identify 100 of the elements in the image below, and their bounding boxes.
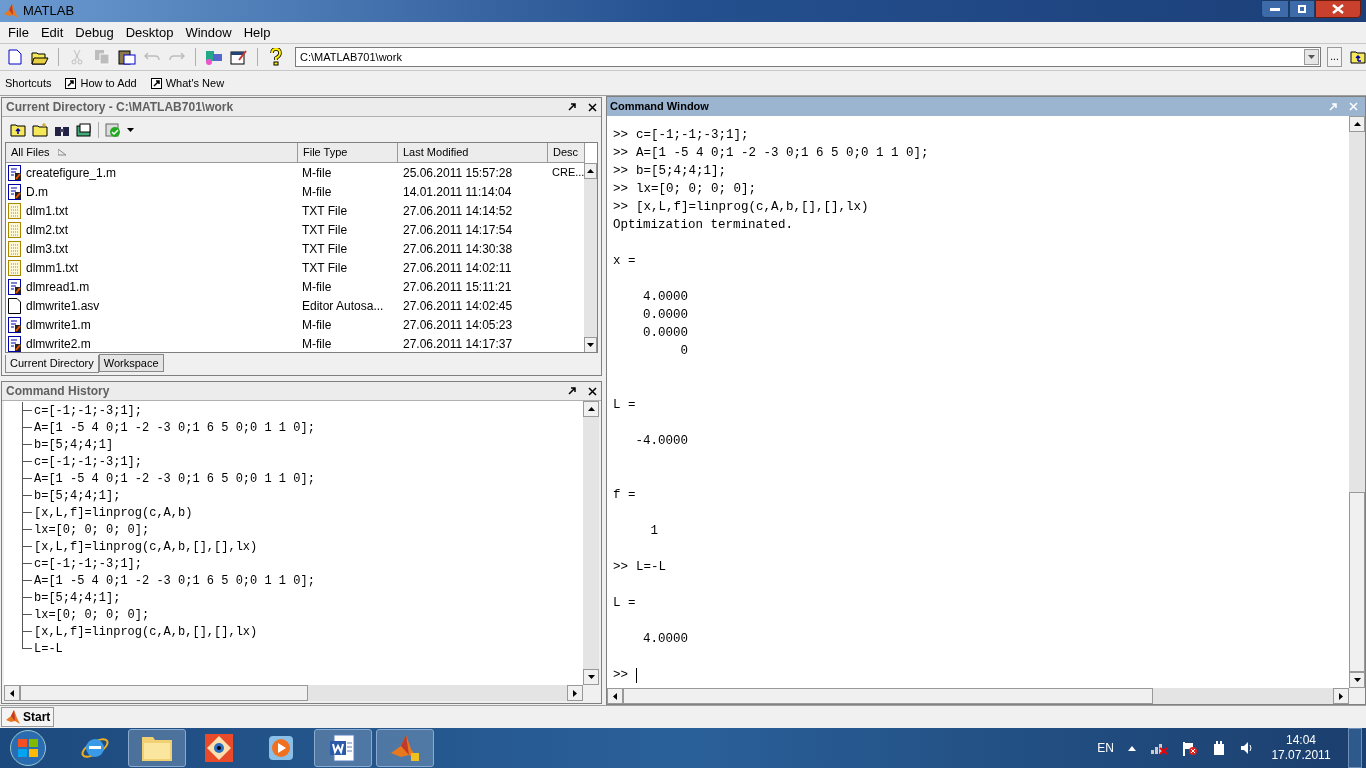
history-entry[interactable]: L=-L xyxy=(34,639,63,658)
file-name[interactable]: createfigure_1.m xyxy=(26,163,117,182)
report-icon[interactable] xyxy=(76,122,92,137)
down-arrow-icon xyxy=(587,675,595,679)
scroll-left-arrow-icon xyxy=(613,692,617,700)
history-entry[interactable]: b=[5;4;4;1] xyxy=(34,435,114,454)
taskbar-app-button[interactable] xyxy=(376,729,434,767)
output-value: 4.0000 xyxy=(642,290,688,304)
history-entry[interactable]: A=[1 -5 4 0;1 -2 -3 0;1 6 5 0;0 1 1 0]; xyxy=(34,469,315,488)
m-file-icon xyxy=(8,278,22,295)
shortcut-link[interactable]: How to Add xyxy=(65,74,137,92)
close-button[interactable] xyxy=(1315,0,1361,18)
windows-start-icon[interactable] xyxy=(10,730,46,766)
shortcut-link[interactable]: What's New xyxy=(150,74,225,92)
history-entry[interactable]: c=[-1;-1;-3;1]; xyxy=(34,452,143,471)
matlab-logo-icon xyxy=(3,3,19,19)
table-cell: M-file xyxy=(302,336,332,351)
file-name[interactable]: D.m xyxy=(26,182,48,201)
language-indicator[interactable]: EN xyxy=(1097,739,1114,757)
history-entry[interactable]: lx=[0; 0; 0; 0]; xyxy=(34,520,150,539)
column-header[interactable]: Last Modified xyxy=(398,143,548,163)
history-entry[interactable]: [x,L,f]=linprog(c,A,b) xyxy=(34,503,193,522)
output-value: 1 xyxy=(649,524,658,538)
down-arrow-icon xyxy=(1353,678,1361,682)
panel-tab[interactable]: Current Directory xyxy=(5,355,99,373)
file-name[interactable]: dlmwrite1.m xyxy=(26,315,91,334)
restore-button[interactable] xyxy=(1289,0,1315,18)
taskbar-app-button[interactable] xyxy=(314,729,372,767)
output-value: 0 xyxy=(679,344,688,358)
panel-title: Command Window xyxy=(610,99,709,115)
history-entry[interactable]: lx=[0; 0; 0; 0]; xyxy=(34,605,150,624)
output-value: 0.0000 xyxy=(642,308,688,322)
new-folder-icon[interactable] xyxy=(32,122,48,137)
scroll-right-arrow-icon xyxy=(573,689,577,697)
flag-icon[interactable] xyxy=(1182,740,1198,756)
table-cell: Editor Autosa... xyxy=(302,298,384,313)
output-text: Optimization terminated. xyxy=(613,218,794,232)
variable-name: f = xyxy=(613,488,636,502)
menu-item[interactable]: File xyxy=(2,22,35,43)
variable-name: L = xyxy=(613,596,636,610)
menu-item[interactable]: Help xyxy=(237,22,277,43)
history-entry[interactable]: A=[1 -5 4 0;1 -2 -3 0;1 6 5 0;0 1 1 0]; xyxy=(34,571,315,590)
history-entry[interactable]: c=[-1;-1;-3;1]; xyxy=(34,401,143,420)
folder-up-icon[interactable] xyxy=(1350,50,1366,64)
history-entry[interactable]: [x,L,f]=linprog(c,A,b,[],[],lx) xyxy=(34,622,258,641)
clock-date[interactable]: 17.07.2011 xyxy=(1271,748,1331,763)
minimize-button[interactable] xyxy=(1261,0,1289,18)
command-text: [x,L,f]=linprog(c,A,b,[],[],lx) xyxy=(636,199,869,216)
taskbar-app-button[interactable] xyxy=(128,729,186,767)
menu-item[interactable]: Debug xyxy=(69,22,120,43)
output-value: 0.0000 xyxy=(642,326,688,340)
show-hidden-icons-icon[interactable] xyxy=(1128,745,1136,751)
table-cell: 27.06.2011 14:30:38 xyxy=(403,241,513,256)
m-file-icon xyxy=(8,183,22,200)
clock-time[interactable]: 14:04 xyxy=(1286,733,1316,748)
network-icon[interactable] xyxy=(1150,741,1168,755)
undock-icon[interactable] xyxy=(568,387,576,395)
start-button[interactable]: Start xyxy=(1,707,55,727)
menu-item[interactable]: Desktop xyxy=(119,22,180,43)
close-icon[interactable] xyxy=(588,102,597,112)
close-icon[interactable] xyxy=(588,386,597,396)
panel-tab[interactable]: Workspace xyxy=(98,354,164,372)
command-text: L=-L xyxy=(636,559,667,576)
history-entry[interactable]: A=[1 -5 4 0;1 -2 -3 0;1 6 5 0;0 1 1 0]; xyxy=(34,418,315,437)
column-header[interactable]: Desc xyxy=(548,143,585,163)
speaker-icon[interactable] xyxy=(1240,741,1254,755)
check-icon[interactable] xyxy=(105,122,134,137)
history-entry[interactable]: b=[5;4;4;1]; xyxy=(34,588,121,607)
history-entry[interactable]: c=[-1;-1;-3;1]; xyxy=(34,554,143,573)
history-entry[interactable]: b=[5;4;4;1]; xyxy=(34,486,121,505)
file-name[interactable]: dlmwrite2.m xyxy=(26,334,91,352)
table-cell: 27.06.2011 14:17:37 xyxy=(403,336,513,351)
menu-item[interactable]: Window xyxy=(179,22,238,43)
history-entry[interactable]: [x,L,f]=linprog(c,A,b,[],[],lx) xyxy=(34,537,258,556)
table-cell: 27.06.2011 14:17:54 xyxy=(403,222,513,237)
horizontal-scrollbar[interactable] xyxy=(4,685,583,701)
file-name[interactable]: dlmwrite1.asv xyxy=(26,296,100,315)
directory-path: C:\MATLAB701\work xyxy=(299,49,403,65)
browse-button[interactable]: ... xyxy=(1327,47,1342,67)
undock-icon[interactable] xyxy=(568,103,576,111)
column-header[interactable]: File Type xyxy=(298,143,398,163)
file-name[interactable]: dlmm1.txt xyxy=(26,258,78,277)
folder-up-icon[interactable] xyxy=(10,122,26,137)
directory-field[interactable]: C:\MATLAB701\work xyxy=(295,47,1322,67)
command-text: lx=[0; 0; 0; 0]; xyxy=(636,181,757,198)
vertical-scrollbar[interactable] xyxy=(1349,116,1365,688)
m-file-icon xyxy=(8,164,22,181)
vertical-scrollbar[interactable] xyxy=(583,401,599,685)
file-name[interactable]: dlm2.txt xyxy=(26,220,68,239)
horizontal-scrollbar[interactable] xyxy=(607,688,1349,704)
file-name[interactable]: dlmread1.m xyxy=(26,277,90,296)
m-file-icon xyxy=(8,316,22,333)
vertical-scrollbar[interactable] xyxy=(584,163,597,352)
menu-item[interactable]: Edit xyxy=(34,22,70,43)
table-cell: M-file xyxy=(302,279,332,294)
table-cell: TXT File xyxy=(302,203,348,218)
file-name[interactable]: dlm1.txt xyxy=(26,201,68,220)
column-header[interactable]: All Files xyxy=(6,143,298,163)
file-name[interactable]: dlm3.txt xyxy=(26,239,68,258)
power-icon[interactable] xyxy=(1212,740,1226,756)
